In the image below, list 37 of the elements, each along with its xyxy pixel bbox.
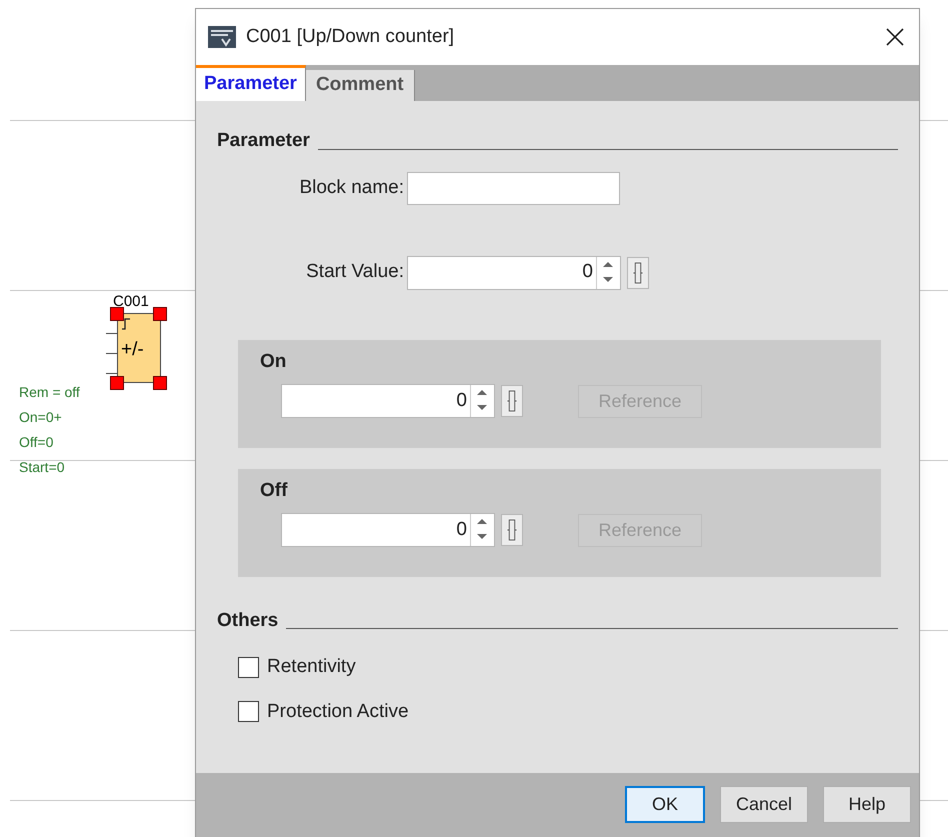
parameter-annotation: Rem = off: [19, 383, 80, 402]
number-field[interactable]: 0: [281, 513, 495, 547]
selection-handle[interactable]: [110, 307, 124, 321]
window-title: C001 [Up/Down counter]: [246, 24, 456, 49]
block-symbol: +/-: [121, 340, 144, 359]
section-heading: Others: [217, 608, 278, 632]
edge-trigger-icon: [121, 318, 131, 330]
field-label: Start Value:: [305, 260, 405, 284]
number-field[interactable]: 0: [407, 256, 621, 290]
checkbox-label: Protection Active: [267, 700, 409, 724]
bracket-icon[interactable]: [501, 514, 523, 546]
parameter-annotation: On=0+: [19, 408, 63, 427]
dialog-button[interactable]: Cancel: [720, 786, 808, 823]
parameter-annotation: Off=0: [19, 433, 54, 452]
block-label: C001: [113, 294, 149, 309]
selection-handle[interactable]: [153, 376, 167, 390]
parameter-annotation: Start=0: [19, 458, 66, 477]
section-heading: Parameter: [217, 129, 310, 153]
dialog-button[interactable]: OK: [625, 786, 705, 823]
checkbox[interactable]: [238, 656, 259, 678]
bracket-icon[interactable]: [501, 385, 523, 417]
selection-handle[interactable]: [110, 376, 124, 390]
tab[interactable]: Parameter: [196, 65, 306, 101]
checkbox-label: Retentivity: [267, 655, 356, 679]
field-label: Block name:: [298, 176, 405, 200]
block-name-field[interactable]: [407, 172, 620, 204]
number-field[interactable]: 0: [281, 384, 495, 418]
app-logo-icon: [208, 26, 236, 48]
tab[interactable]: Comment: [306, 70, 415, 101]
checkbox[interactable]: [238, 701, 259, 722]
bracket-icon[interactable]: [627, 256, 649, 288]
close-icon[interactable]: [885, 27, 905, 47]
group-title: Off: [260, 480, 288, 500]
counter-block[interactable]: +/-: [117, 313, 161, 383]
group-title: On: [260, 350, 286, 372]
selection-handle[interactable]: [153, 307, 167, 321]
dialog-button[interactable]: Help: [823, 786, 911, 823]
